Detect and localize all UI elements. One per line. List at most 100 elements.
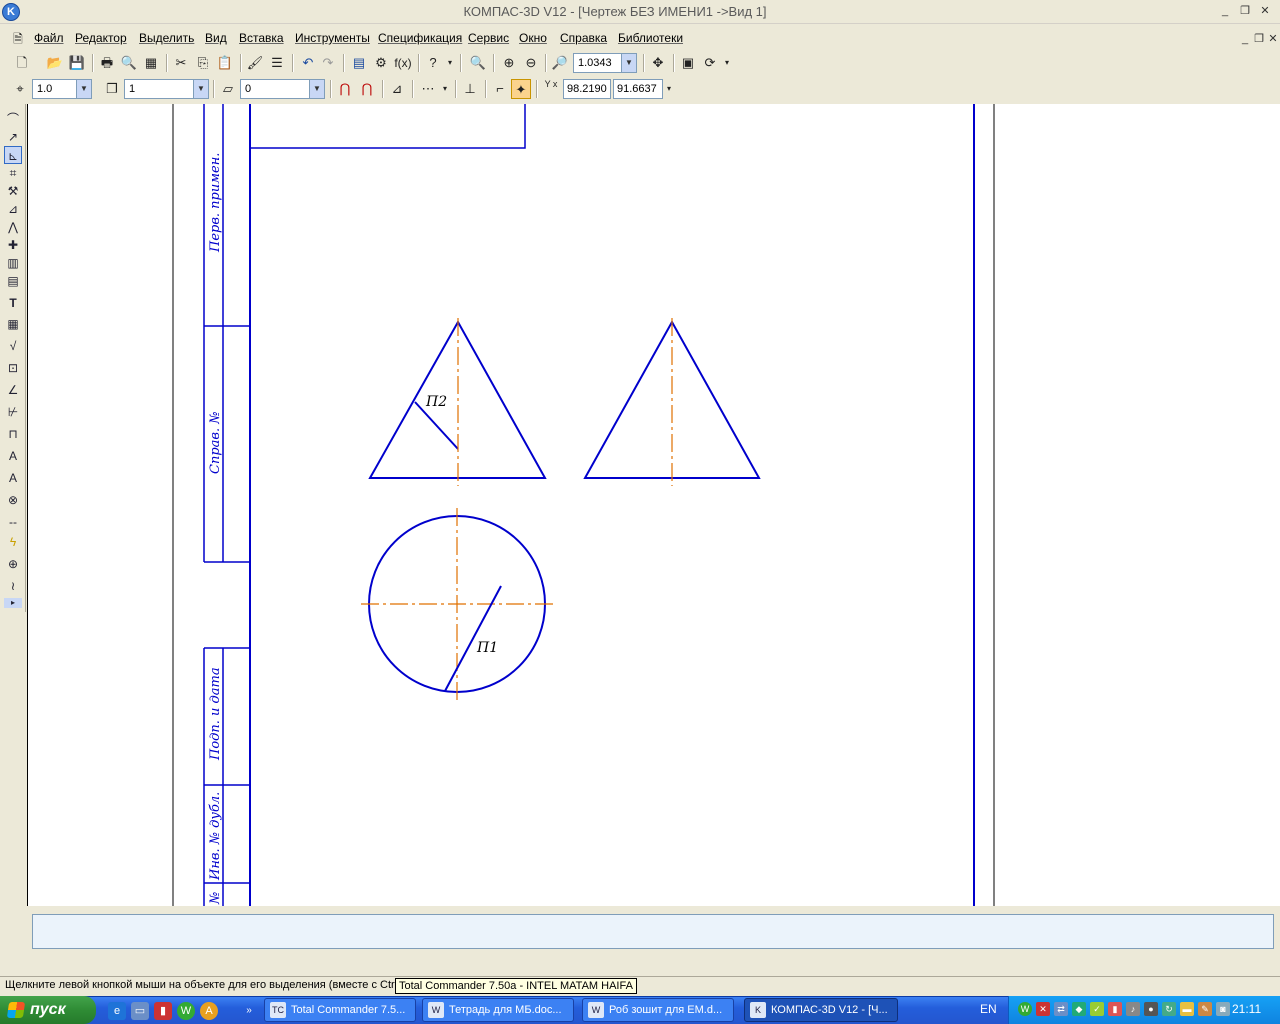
style-icon[interactable]: ▱ xyxy=(218,79,238,99)
spec-icon[interactable]: ▥ xyxy=(4,254,22,272)
view-arrow-icon[interactable]: A xyxy=(4,447,22,465)
grid-dropdown-icon[interactable]: ▾ xyxy=(440,79,450,99)
menu-edit[interactable]: Редактор xyxy=(75,31,127,45)
reports-icon[interactable]: ▤ xyxy=(4,272,22,290)
ortho-mode-icon[interactable]: ⌐ xyxy=(490,79,510,99)
doc-close-button[interactable]: ✕ xyxy=(1264,32,1280,48)
chevron-down-icon[interactable]: ▼ xyxy=(76,80,91,98)
pan-icon[interactable]: ✥ xyxy=(648,53,668,73)
arrow-view-icon[interactable]: A xyxy=(4,469,22,487)
undo-icon[interactable]: ↶ xyxy=(298,53,318,73)
tray-app-icon[interactable]: ▮ xyxy=(1108,1002,1122,1016)
quick-launch-green-icon[interactable]: W xyxy=(177,1002,195,1020)
orthogonal-icon[interactable]: ⊿ xyxy=(387,79,407,99)
text-icon[interactable]: T xyxy=(4,294,22,312)
toolbar-more-icon-2[interactable]: ▾ xyxy=(722,53,732,73)
roughness-icon[interactable]: √ xyxy=(4,337,22,355)
show-all-icon[interactable]: ▣ xyxy=(678,53,698,73)
manager-icon[interactable]: ▤ xyxy=(349,53,369,73)
cursor-step-icon[interactable]: ⌖ xyxy=(10,79,30,99)
task-word-zoshyt[interactable]: W Роб зошит для ЕМ.d... xyxy=(582,998,734,1022)
minimize-button[interactable]: _ xyxy=(1216,4,1234,20)
chevron-down-icon[interactable]: ▼ xyxy=(193,80,208,98)
base-icon[interactable]: ⊡ xyxy=(4,359,22,377)
task-word-tetrad[interactable]: W Тетрадь для МБ.doc... xyxy=(422,998,574,1022)
menu-libraries[interactable]: Библиотеки xyxy=(618,31,683,45)
tray-check-icon[interactable]: ✓ xyxy=(1090,1002,1104,1016)
tray-network-icon[interactable]: ⇄ xyxy=(1054,1002,1068,1016)
style-combo[interactable]: 0 ▼ xyxy=(240,79,325,99)
tray-folder-icon[interactable]: ▬ xyxy=(1180,1002,1194,1016)
designations-icon[interactable]: ⊾ xyxy=(4,146,22,164)
refresh-icon[interactable]: ⟳ xyxy=(700,53,720,73)
axis-line-icon[interactable]: -- xyxy=(4,513,22,531)
coord-y-field[interactable]: 91.6637 xyxy=(613,79,663,99)
crosshair-icon[interactable]: ⊕ xyxy=(4,555,22,573)
menu-service[interactable]: Сервис xyxy=(468,31,509,45)
format-brush-icon[interactable]: 🖌 xyxy=(245,53,265,73)
copy-icon[interactable]: ⎘ xyxy=(193,53,213,73)
tray-green-icon[interactable]: W xyxy=(1018,1002,1032,1016)
show-desktop-icon[interactable]: ▭ xyxy=(131,1002,149,1020)
layer-combo[interactable]: 1 ▼ xyxy=(124,79,209,99)
menu-insert[interactable]: Вставка xyxy=(239,31,284,45)
start-button[interactable]: пуск xyxy=(0,996,96,1024)
task-kompas[interactable]: K КОМПАС-3D V12 - [Ч... xyxy=(744,998,898,1022)
clock[interactable]: 21:11 xyxy=(1232,1002,1261,1016)
maximize-button[interactable]: ❐ xyxy=(1236,4,1254,20)
open-folder-icon[interactable]: 📂 xyxy=(45,53,65,73)
ie-icon[interactable]: e xyxy=(108,1002,126,1020)
associative-views-icon[interactable]: ✚ xyxy=(4,236,22,254)
tray-camera-icon[interactable]: ◙ xyxy=(1216,1002,1230,1016)
zoom-in-icon[interactable]: ⊕ xyxy=(499,53,519,73)
tray-device-icon[interactable]: ● xyxy=(1144,1002,1158,1016)
variables-icon[interactable]: ⚙ xyxy=(371,53,391,73)
menu-file[interactable]: Файл xyxy=(34,31,64,45)
toolbar-more-icon[interactable]: ▾ xyxy=(445,53,455,73)
measure-icon[interactable]: ⊿ xyxy=(4,200,22,218)
lightning-icon[interactable]: ϟ xyxy=(4,533,22,551)
chevron-down-icon[interactable]: ▼ xyxy=(621,54,636,72)
fx-icon[interactable]: f(x) xyxy=(393,53,413,73)
paste-icon[interactable]: 📋 xyxy=(215,53,235,73)
language-indicator[interactable]: EN xyxy=(980,1002,997,1016)
layer-icon[interactable]: ❐ xyxy=(102,79,122,99)
select-icon[interactable]: ⋀ xyxy=(4,218,22,236)
menu-specification[interactable]: Спецификация xyxy=(378,31,462,45)
tray-sync-icon[interactable]: ↻ xyxy=(1162,1002,1176,1016)
grid-icon[interactable]: ⋯ xyxy=(418,79,438,99)
document-icon[interactable]: 🗎 xyxy=(8,29,28,49)
menu-select[interactable]: Выделить xyxy=(139,31,194,45)
print-preview-icon[interactable]: 🔍 xyxy=(119,53,139,73)
menu-tools[interactable]: Инструменты xyxy=(295,31,370,45)
menu-help[interactable]: Справка xyxy=(560,31,607,45)
tray-antivirus-icon[interactable]: ✕ xyxy=(1036,1002,1050,1016)
properties-icon[interactable]: ☰ xyxy=(267,53,287,73)
parametrization-icon[interactable]: ⚒ xyxy=(4,182,22,200)
cut-icon[interactable]: ✂ xyxy=(171,53,191,73)
help-pointer-icon[interactable]: ? xyxy=(423,53,443,73)
geometry-icon[interactable]: ⌒ xyxy=(4,110,22,128)
task-total-commander[interactable]: TC Total Commander 7.5... xyxy=(264,998,416,1022)
zoom-window-icon[interactable]: 🔍 xyxy=(468,53,488,73)
tray-volume-icon[interactable]: ♪ xyxy=(1126,1002,1140,1016)
zoom-out-icon[interactable]: ⊖ xyxy=(521,53,541,73)
leader-icon[interactable]: ∠ xyxy=(4,381,22,399)
panel-expand-icon[interactable]: ▸ xyxy=(4,598,22,608)
menu-view[interactable]: Вид xyxy=(205,31,227,45)
chevron-down-icon[interactable]: ▼ xyxy=(309,80,324,98)
tray-shield-icon[interactable]: ◆ xyxy=(1072,1002,1086,1016)
dimensions-icon[interactable]: ↗ xyxy=(4,128,22,146)
save-icon[interactable]: 💾 xyxy=(67,53,87,73)
snap-local-icon[interactable]: ⋂ xyxy=(357,79,377,99)
coord-x-field[interactable]: 98.2190 xyxy=(563,79,611,99)
tray-pen-icon[interactable]: ✎ xyxy=(1198,1002,1212,1016)
table-icon[interactable]: ▦ xyxy=(4,315,22,333)
menu-window[interactable]: Окно xyxy=(519,31,547,45)
round-coords-icon[interactable]: ✦ xyxy=(511,79,531,99)
quick-launch-more-icon[interactable]: » xyxy=(244,1002,254,1020)
local-cs-icon[interactable]: ⊥ xyxy=(460,79,480,99)
quick-launch-app-icon[interactable]: ▮ xyxy=(154,1002,172,1020)
toolbar-more-icon-3[interactable]: ▾ xyxy=(664,79,674,99)
step-combo[interactable]: 1.0 ▼ xyxy=(32,79,92,99)
